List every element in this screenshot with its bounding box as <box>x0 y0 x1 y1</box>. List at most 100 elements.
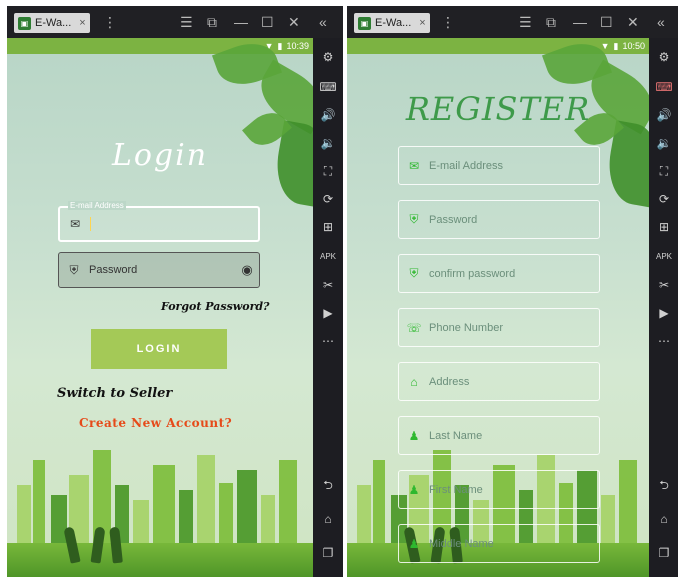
home-icon: ⌂ <box>410 374 418 389</box>
minimize-icon[interactable]: — <box>234 14 248 30</box>
switch-to-seller-link[interactable]: Switch to Seller <box>57 386 172 401</box>
first-name-field[interactable]: ♟ First Name <box>398 470 600 509</box>
emulator-window-register: ▣ E-Wa... × ⋮ ☰ ⧉ — ☐ ✕ « ▼ ▮ 10:50 REGI… <box>347 6 678 577</box>
restore-icon[interactable]: ⧉ <box>546 14 556 30</box>
field-placeholder: Phone Number <box>429 321 503 334</box>
last-name-field[interactable]: ♟ Last Name <box>398 416 600 455</box>
app-icon: ▣ <box>358 16 371 30</box>
add-icon[interactable]: ⊞ <box>649 220 678 234</box>
fullscreen-icon[interactable]: ⛶ <box>649 164 678 178</box>
menu-icon[interactable]: ☰ <box>180 14 193 30</box>
maximize-icon[interactable]: ☐ <box>261 14 274 30</box>
field-placeholder: Password <box>429 213 478 226</box>
recents-icon[interactable]: ❐ <box>649 546 678 560</box>
app-tab[interactable]: ▣ E-Wa... × <box>354 13 430 33</box>
home-icon[interactable]: ⌂ <box>649 512 678 526</box>
tab-label: E-Wa... <box>35 17 72 29</box>
battery-icon: ▮ <box>277 40 283 51</box>
app-icon: ▣ <box>18 16 31 30</box>
emulator-sidebar: ⚙ ⌨ 🔊 🔉 ⛶ ⟳ ⊞ APK ✂ ▶ ⋯ ⮌ ⌂ ❐ <box>649 38 678 577</box>
maximize-icon[interactable]: ☐ <box>600 14 613 30</box>
settings-icon[interactable]: ⚙ <box>313 50 343 64</box>
phone-screen-register: ▼ ▮ 10:50 REGISTER ✉ E-mail Address ⛨ Pa… <box>347 38 649 577</box>
field-placeholder: confirm password <box>429 267 516 280</box>
status-time: 10:39 <box>286 41 309 51</box>
email-field[interactable]: ✉ E-mail Address <box>398 146 600 185</box>
field-placeholder: E-mail Address <box>429 159 503 172</box>
close-icon[interactable]: ✕ <box>627 14 639 30</box>
eye-icon[interactable]: ◉ <box>235 262 259 278</box>
tab-label: E-Wa... <box>375 17 412 29</box>
close-icon[interactable]: ✕ <box>288 14 300 30</box>
text-cursor <box>90 217 91 231</box>
rotate-icon[interactable]: ⟳ <box>649 192 678 206</box>
field-placeholder: Middle Name <box>429 537 494 550</box>
confirm-password-field[interactable]: ⛨ confirm password <box>398 254 600 293</box>
login-button[interactable]: LOGIN <box>91 329 227 369</box>
volume-up-icon[interactable]: 🔊 <box>313 108 343 122</box>
password-field[interactable]: ⛨ Password <box>398 200 600 239</box>
forgot-password-link[interactable]: Forgot Password? <box>161 300 270 313</box>
volume-up-icon[interactable]: 🔊 <box>649 108 678 122</box>
register-title: REGISTER <box>405 90 591 128</box>
home-icon[interactable]: ⌂ <box>313 512 343 526</box>
person-icon: ♟ <box>408 428 420 443</box>
more-options-icon[interactable]: ⋯ <box>649 334 678 348</box>
scissors-icon[interactable]: ✂ <box>649 278 678 292</box>
city-skyline <box>7 427 313 577</box>
menu-icon[interactable]: ☰ <box>519 14 532 30</box>
more-icon[interactable]: ⋮ <box>103 14 117 30</box>
tab-close-icon[interactable]: × <box>79 17 85 29</box>
middle-name-field[interactable]: ♟ Middle Name <box>398 524 600 563</box>
emulator-window-login: ▣ E-Wa... × ⋮ ☰ ⧉ — ☐ ✕ « ▼ ▮ 10:39 Logi… <box>7 6 343 577</box>
collapse-sidebar-icon[interactable]: « <box>319 14 327 30</box>
restore-icon[interactable]: ⧉ <box>207 14 217 30</box>
address-field[interactable]: ⌂ Address <box>398 362 600 401</box>
field-placeholder: Address <box>429 375 470 388</box>
add-icon[interactable]: ⊞ <box>313 220 343 234</box>
fullscreen-icon[interactable]: ⛶ <box>313 164 343 178</box>
background-scene <box>7 38 313 577</box>
video-icon[interactable]: ▶ <box>649 306 678 320</box>
minimize-icon[interactable]: — <box>573 14 587 30</box>
password-placeholder: Password <box>89 264 138 276</box>
shield-icon: ⛨ <box>69 262 79 277</box>
password-field[interactable]: ⛨ Password ◉ <box>58 252 260 288</box>
settings-icon[interactable]: ⚙ <box>649 50 678 64</box>
login-title: Login <box>111 138 209 173</box>
volume-down-icon[interactable]: 🔉 <box>313 136 343 150</box>
field-placeholder: First Name <box>429 483 483 496</box>
volume-down-icon[interactable]: 🔉 <box>649 136 678 150</box>
video-icon[interactable]: ▶ <box>313 306 343 320</box>
keyboard-disabled-icon[interactable]: ⌨ <box>649 80 678 94</box>
scissors-icon[interactable]: ✂ <box>313 278 343 292</box>
shield-icon: ⛨ <box>409 266 419 280</box>
status-time: 10:50 <box>622 41 645 51</box>
shield-icon: ⛨ <box>409 212 419 226</box>
more-options-icon[interactable]: ⋯ <box>313 334 343 348</box>
email-field-label: E-mail Address <box>68 201 126 210</box>
keyboard-icon[interactable]: ⌨ <box>313 80 343 94</box>
phone-number-field[interactable]: ☏ Phone Number <box>398 308 600 347</box>
apk-icon[interactable]: APK <box>313 250 343 264</box>
apk-icon[interactable]: APK <box>649 250 678 264</box>
emulator-titlebar: ▣ E-Wa... × ⋮ ☰ ⧉ — ☐ ✕ « <box>7 6 343 38</box>
battery-icon: ▮ <box>613 40 619 51</box>
email-icon: ✉ <box>408 158 420 173</box>
app-tab[interactable]: ▣ E-Wa... × <box>14 13 90 33</box>
more-icon[interactable]: ⋮ <box>441 14 455 30</box>
rotate-icon[interactable]: ⟳ <box>313 192 343 206</box>
back-icon[interactable]: ⮌ <box>649 478 678 492</box>
collapse-sidebar-icon[interactable]: « <box>657 14 665 30</box>
phone-icon: ☏ <box>406 320 422 335</box>
person-icon: ♟ <box>408 482 420 497</box>
phone-screen-login: ▼ ▮ 10:39 Login E-mail Address ✉ ⛨ Passw… <box>7 38 313 577</box>
recents-icon[interactable]: ❐ <box>313 546 343 560</box>
emulator-sidebar: ⚙ ⌨ 🔊 🔉 ⛶ ⟳ ⊞ APK ✂ ▶ ⋯ ⮌ ⌂ ❐ <box>313 38 343 577</box>
back-icon[interactable]: ⮌ <box>313 478 343 492</box>
email-field[interactable]: E-mail Address ✉ <box>58 201 260 242</box>
create-account-link[interactable]: Create New Account? <box>79 416 232 430</box>
email-icon: ✉ <box>69 217 81 231</box>
tab-close-icon[interactable]: × <box>419 17 425 29</box>
emulator-titlebar: ▣ E-Wa... × ⋮ ☰ ⧉ — ☐ ✕ « <box>347 6 678 38</box>
